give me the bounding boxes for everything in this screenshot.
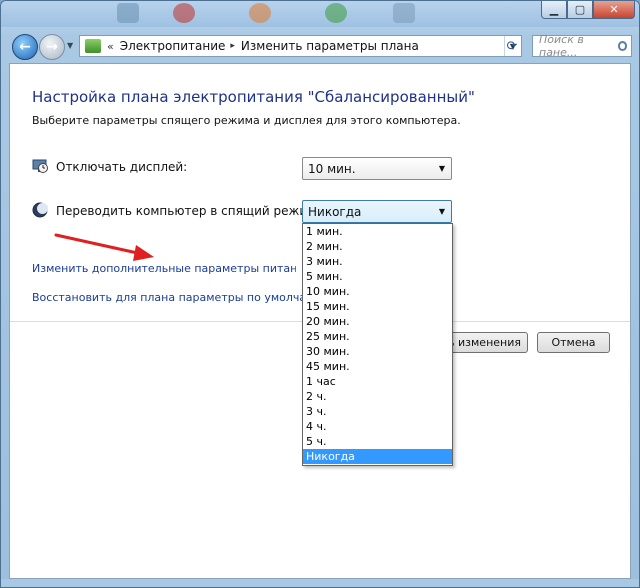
sleep-option[interactable]: 15 мин.: [303, 299, 452, 314]
sleep-option[interactable]: 5 ч.: [303, 434, 452, 449]
history-dropdown-icon[interactable]: ▼: [67, 41, 73, 50]
sleep-option[interactable]: 10 мин.: [303, 284, 452, 299]
sleep-select[interactable]: Никогда ▼: [302, 200, 452, 223]
sleep-value: Никогда: [308, 204, 362, 219]
taskbar-icon-1: [117, 3, 139, 23]
window-bottom-border: [1, 579, 639, 587]
search-box[interactable]: Поиск в пане...: [532, 33, 632, 59]
cancel-label: Отмена: [551, 336, 596, 349]
chevron-down-icon: ▼: [438, 164, 445, 173]
control-panel-window: ▁ ▢ ✕ ← → ▼ « Электропитание ▸ Изменить …: [0, 0, 640, 588]
refresh-icon[interactable]: ⟳: [501, 35, 523, 57]
sleep-option[interactable]: 25 мин.: [303, 329, 452, 344]
sleep-option[interactable]: 20 мин.: [303, 314, 452, 329]
sleep-option[interactable]: 4 ч.: [303, 419, 452, 434]
cancel-button[interactable]: Отмена: [537, 332, 610, 353]
breadcrumb-power-options[interactable]: Электропитание: [120, 39, 226, 53]
taskbar-icon-opera: [173, 3, 195, 23]
maximize-button[interactable]: ▢: [567, 1, 593, 19]
sleep-option[interactable]: 1 час: [303, 374, 452, 389]
display-off-select[interactable]: 10 мин. ▼: [302, 157, 452, 180]
sleep-option[interactable]: 2 ч.: [303, 389, 452, 404]
chevron-down-icon: ▼: [438, 207, 445, 216]
breadcrumb-separator-icon[interactable]: ▸: [230, 41, 235, 51]
forward-button[interactable]: →: [39, 34, 65, 60]
address-bar[interactable]: « Электропитание ▸ Изменить параметры пл…: [79, 35, 522, 57]
main-content: Настройка плана электропитания "Сбаланси…: [9, 63, 631, 579]
navigation-bar: ← → ▼ « Электропитание ▸ Изменить параме…: [1, 31, 639, 61]
taskbar-icon-5: [393, 3, 415, 23]
annotation-arrow-icon: [54, 233, 154, 261]
title-bar[interactable]: ▁ ▢ ✕: [1, 1, 639, 27]
minimize-button[interactable]: ▁: [541, 1, 567, 19]
sleep-option[interactable]: 3 мин.: [303, 254, 452, 269]
address-chevron[interactable]: «: [107, 40, 114, 53]
sleep-option[interactable]: Никогда: [303, 449, 452, 464]
breadcrumb-edit-plan[interactable]: Изменить параметры плана: [241, 39, 419, 53]
back-button[interactable]: ←: [12, 34, 38, 60]
sleep-option[interactable]: 5 мин.: [303, 269, 452, 284]
search-input[interactable]: Поиск в пане...: [539, 33, 618, 59]
taskbar-icon-firefox: [249, 3, 271, 23]
arrow-left-icon: ←: [19, 39, 31, 55]
sleep-option[interactable]: 3 ч.: [303, 404, 452, 419]
arrow-right-icon: →: [46, 39, 58, 55]
sleep-option[interactable]: 45 мин.: [303, 359, 452, 374]
display-off-value: 10 мин.: [308, 161, 356, 176]
sleep-option[interactable]: 2 мин.: [303, 239, 452, 254]
control-panel-icon: [85, 39, 101, 53]
window-controls: ▁ ▢ ✕: [541, 1, 635, 19]
sleep-options-list[interactable]: 1 мин. 2 мин. 3 мин. 5 мин. 10 мин. 15 мин. 20…: [302, 223, 453, 466]
close-button[interactable]: ✕: [593, 1, 635, 19]
sleep-option[interactable]: 30 мин.: [303, 344, 452, 359]
search-icon: [617, 41, 627, 51]
sleep-option[interactable]: 1 мин.: [303, 224, 452, 239]
taskbar-icon-chrome: [325, 3, 347, 23]
